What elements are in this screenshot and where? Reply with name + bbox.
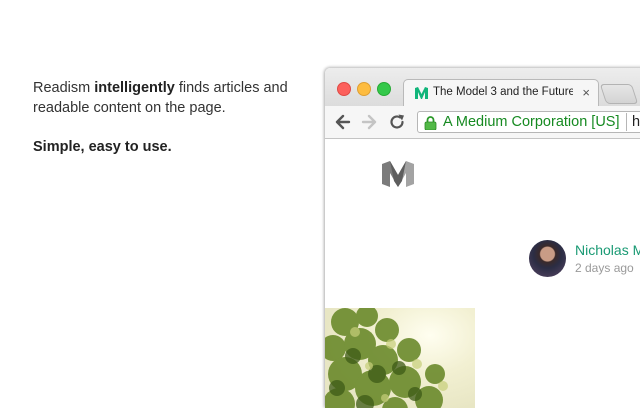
promo-line-2: Simple, easy to use. — [33, 139, 172, 155]
window-maximize-button[interactable] — [377, 82, 391, 96]
window-close-button[interactable] — [337, 82, 351, 96]
hero-image — [325, 308, 475, 408]
tab-close-icon[interactable]: × — [582, 85, 590, 100]
window-minimize-button[interactable] — [357, 82, 371, 96]
post-date: 2 days ago — [575, 261, 634, 275]
ev-certificate-label[interactable]: A Medium Corporation [US] — [443, 114, 620, 130]
promo-emphasis: intelligently — [94, 80, 175, 96]
new-tab-button[interactable] — [599, 84, 639, 104]
author-avatar[interactable] — [529, 240, 566, 277]
reload-icon[interactable] — [387, 112, 407, 132]
tab-medium-article[interactable]: The Model 3 and the Future × — [403, 79, 599, 106]
address-bar[interactable]: A Medium Corporation [US] h — [417, 111, 640, 133]
medium-m-icon — [415, 87, 428, 99]
browser-window: The Model 3 and the Future × A Medium Co… — [325, 68, 640, 408]
tab-title: The Model 3 and the Future — [433, 86, 573, 98]
promo-copy: Readism intelligently finds articles and… — [33, 78, 323, 157]
url-text[interactable]: h — [632, 114, 640, 130]
omnibox-divider — [626, 113, 627, 131]
promo-line-1: Readism intelligently finds articles and… — [33, 80, 288, 116]
lock-icon — [424, 116, 437, 130]
forward-arrow-icon[interactable] — [359, 112, 379, 132]
author-name[interactable]: Nicholas M — [575, 242, 640, 258]
medium-logo-icon[interactable] — [382, 161, 414, 187]
title-bar: The Model 3 and the Future × — [325, 68, 640, 106]
toolbar: A Medium Corporation [US] h — [325, 106, 640, 139]
page-content: Nicholas M 2 days ago — [325, 139, 640, 408]
back-arrow-icon[interactable] — [333, 112, 353, 132]
